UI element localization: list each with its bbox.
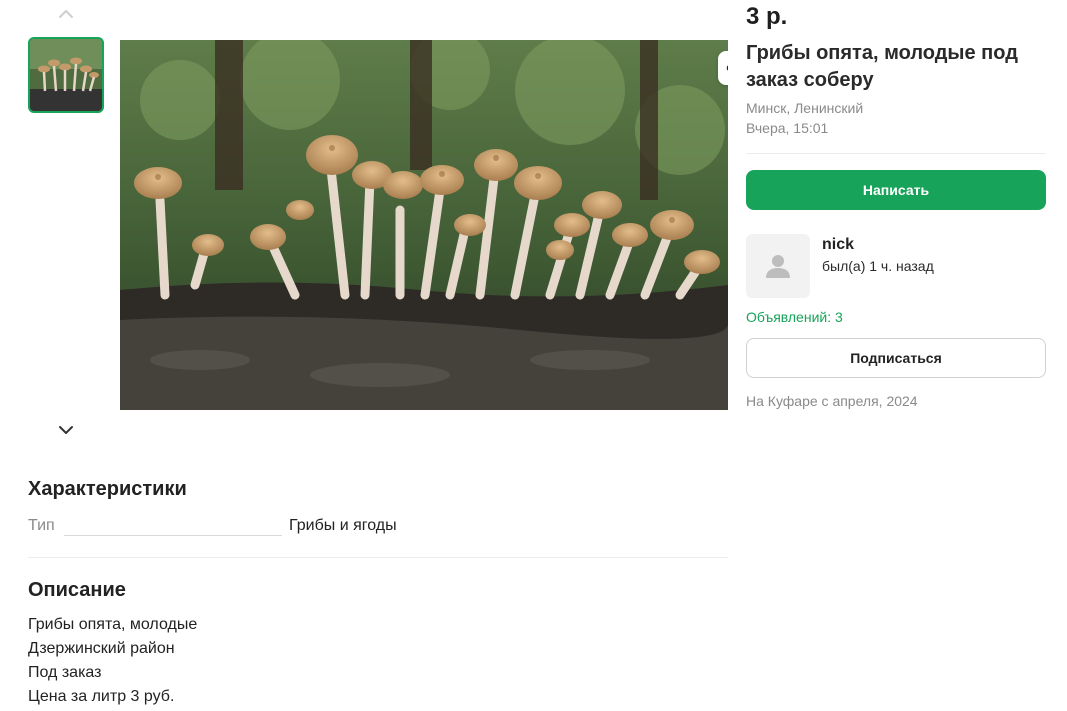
- avatar[interactable]: [746, 234, 810, 298]
- description-line: Грибы опята, молодые: [28, 616, 198, 633]
- main-photo[interactable]: [120, 40, 728, 410]
- description-line: Под заказ: [28, 664, 102, 681]
- description-line: Дзержинский район: [28, 640, 175, 657]
- seller-name[interactable]: nick: [822, 236, 854, 254]
- seller-last-seen: был(а) 1 ч. назад: [822, 258, 934, 274]
- specs-heading: Характеристики: [28, 478, 187, 500]
- user-icon: [766, 255, 790, 278]
- subscribe-button[interactable]: Подписаться: [746, 338, 1046, 378]
- photo-actions: [718, 51, 728, 85]
- spec-value-type: Грибы и ягоды: [289, 517, 397, 534]
- listing-date: Вчера, 15:01: [746, 120, 829, 136]
- gallery-down-chevron-icon[interactable]: [56, 422, 76, 438]
- write-button[interactable]: Написать: [746, 170, 1046, 210]
- price: 3 р.: [746, 3, 788, 30]
- spec-leader-line: [64, 535, 282, 536]
- gallery-thumbnail[interactable]: [28, 37, 104, 113]
- gallery-up-chevron-icon[interactable]: [56, 6, 76, 22]
- divider: [746, 153, 1046, 154]
- listing-location: Минск, Ленинский: [746, 100, 864, 116]
- description-line: Цена за литр 3 руб.: [28, 688, 175, 705]
- spec-label-type: Тип: [28, 517, 55, 534]
- listing-title: Грибы опята, молодые под заказ соберу: [746, 42, 1018, 91]
- divider: [28, 557, 728, 558]
- description-heading: Описание: [28, 579, 126, 601]
- share-icon[interactable]: [718, 51, 728, 85]
- seller-since: На Куфаре с апреля, 2024: [746, 393, 918, 409]
- seller-ads-link[interactable]: Объявлений: 3: [746, 309, 843, 325]
- description-text: Грибы опята, молодые Дзержинский район П…: [28, 613, 197, 709]
